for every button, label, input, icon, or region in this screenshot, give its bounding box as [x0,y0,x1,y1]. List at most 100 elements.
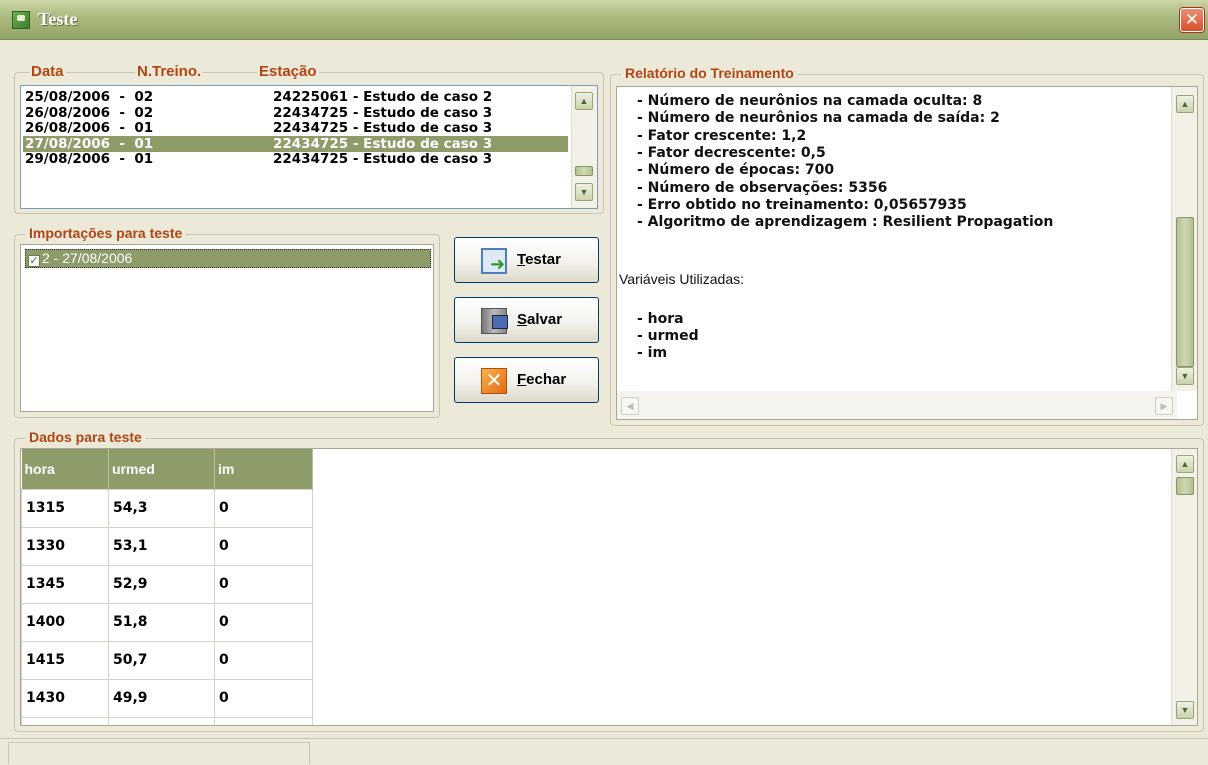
scroll-thumb[interactable] [575,166,593,176]
scroll-thumb[interactable] [1176,217,1194,367]
row-date-training: 25/08/2006 - 02 [25,89,154,105]
salvar-icon [481,308,508,334]
table-cell-hora[interactable]: 1445 [21,716,109,725]
column-header-date: Data [29,63,66,80]
training-list-row[interactable]: 29/08/2006 - 01 22434725 - Estudo de caso… [23,151,568,167]
imports-legend: Importações para teste [25,225,187,241]
training-list[interactable]: 25/08/2006 - 02 24225061 - Estudo de caso… [20,85,598,209]
table-cell-im[interactable]: 0 [214,640,313,680]
training-list-row[interactable]: 26/08/2006 - 01 22434725 - Estudo de caso… [23,120,568,136]
report-line: - Número de observações: 5356 [637,179,888,196]
report-variable: - urmed [637,328,699,344]
report-variable: - im [637,345,668,361]
report-line: - Número de épocas: 700 [637,162,835,179]
scroll-up-icon[interactable]: ▲ [1176,95,1194,113]
table-row[interactable]: 1415 50,7 0 [21,640,313,680]
column-header-im[interactable]: im [214,449,313,489]
row-date-training: 27/08/2006 - 01 [25,135,154,152]
scroll-down-icon[interactable]: ▼ [1176,367,1194,385]
report-line: - Número de neurônios na camada de saída… [637,110,1000,127]
close-icon[interactable]: ✕ [1180,8,1204,32]
data-grid-scrollbar[interactable]: ▲ ▼ [1171,449,1197,725]
scroll-left-icon[interactable]: ◀ [621,397,639,415]
table-cell-im[interactable]: 0 [214,488,313,528]
table-cell-hora[interactable]: 1415 [21,640,109,680]
checkbox-icon[interactable]: ✓ [28,255,40,267]
training-list-row[interactable]: 27/08/2006 - 01 22434725 - Estudo de caso… [23,135,568,152]
table-cell-hora[interactable]: 1315 [21,488,109,528]
scroll-up-icon[interactable]: ▲ [575,92,593,110]
table-row[interactable]: 144547,80 [21,716,313,725]
table-cell-urmed[interactable]: 50,7 [108,640,215,680]
teste-window: Teste ✕ Data N.Treino. Estação 25/08/200… [0,0,1208,765]
fechar-button[interactable]: ✕ Fechar [454,357,599,403]
row-date-training: 26/08/2006 - 02 [25,104,154,121]
table-row[interactable]: 1345 52,9 0 [21,564,313,604]
row-station: 22434725 - Estudo de caso 3 [273,151,493,168]
row-station: 24225061 - Estudo de caso 2 [273,89,493,105]
report-line: - Algoritmo de aprendizagem : Resilient … [637,214,1054,231]
column-header-station: Estação [257,63,319,80]
salvar-label: Salvar [517,311,563,328]
report-variable: - hora [637,311,684,327]
table-cell-im[interactable]: 0 [214,678,313,718]
table-cell-hora[interactable]: 1430 [21,678,109,718]
table-cell-im[interactable]: 0 [214,716,313,725]
table-cell-hora[interactable]: 1345 [21,564,109,604]
scroll-thumb[interactable] [1176,477,1194,495]
table-row[interactable]: 1430 49,9 0 [21,678,313,718]
table-row[interactable]: 1330 53,1 0 [21,526,313,566]
table-cell-urmed[interactable]: 49,9 [108,678,215,718]
table-cell-im[interactable]: 0 [214,526,313,566]
data-legend: Dados para teste [25,429,146,445]
table-row[interactable]: 1400 51,8 0 [21,602,313,642]
scroll-down-icon[interactable]: ▼ [1176,701,1194,719]
app-icon [12,11,30,29]
row-date-training: 26/08/2006 - 01 [25,120,154,137]
import-item[interactable]: ✓ 2 - 27/08/2006 [25,249,431,268]
table-cell-urmed[interactable]: 47,8 [108,716,215,725]
table-cell-urmed[interactable]: 52,9 [108,564,215,604]
training-list-row[interactable]: 26/08/2006 - 02 22434725 - Estudo de caso… [23,105,568,121]
row-station: 22434725 - Estudo de caso 3 [273,104,493,121]
imports-list[interactable]: ✓ 2 - 27/08/2006 [20,244,434,412]
table-cell-hora[interactable]: 1400 [21,602,109,642]
status-panel [8,742,310,764]
table-cell-im[interactable]: 0 [214,602,313,642]
variables-title: Variáveis Utilizadas: [619,271,745,287]
table-cell-im[interactable]: 0 [214,564,313,604]
column-header-urmed[interactable]: urmed [108,449,215,489]
report-line: - Fator crescente: 1,2 [637,127,807,144]
column-header-hora[interactable]: hora [21,449,109,489]
testar-button[interactable]: Testar [454,237,599,283]
report-text[interactable]: - Número de neurônios na camada oculta: … [616,86,1198,420]
table-cell-urmed[interactable]: 53,1 [108,526,215,566]
window-title: Teste [38,9,78,29]
report-line: - Erro obtido no treinamento: 0,05657935 [637,196,967,213]
scroll-down-icon[interactable]: ▼ [575,183,593,201]
training-list-scrollbar[interactable]: ▲ ▼ [571,86,597,208]
scroll-right-icon[interactable]: ▶ [1155,397,1173,415]
report-legend: Relatório do Treinamento [621,65,798,81]
training-list-row[interactable]: 25/08/2006 - 02 24225061 - Estudo de caso… [23,89,568,105]
report-line: - Número de neurônios na camada oculta: … [637,93,983,109]
row-station: 22434725 - Estudo de caso 3 [273,120,493,137]
table-row[interactable]: 1315 54,3 0 [21,488,313,528]
table-cell-urmed[interactable]: 54,3 [108,488,215,528]
title-bar[interactable]: Teste ✕ [0,0,1208,40]
import-item-label: 2 - 27/08/2006 [42,250,133,266]
data-grid-area[interactable]: hora urmed im 1315 54,3 0 1330 53,1 0 1345 52,9… [20,448,1198,726]
report-line: - Fator decrescente: 0,5 [637,144,826,161]
row-date-training: 29/08/2006 - 01 [25,151,154,168]
fechar-label: Fechar [517,371,567,388]
column-header-training: N.Treino. [135,63,204,80]
scroll-up-icon[interactable]: ▲ [1176,455,1194,473]
table-cell-hora[interactable]: 1330 [21,526,109,566]
report-hscrollbar[interactable]: ◀ ▶ [617,391,1177,419]
salvar-button[interactable]: Salvar [454,297,599,343]
table-cell-urmed[interactable]: 51,8 [108,602,215,642]
report-vscrollbar[interactable]: ▲ ▼ [1171,87,1197,391]
testar-label: Testar [517,251,561,268]
status-bar [0,738,1208,765]
data-grid: hora urmed im 1315 54,3 0 1330 53,1 0 1345 52,9… [21,449,313,725]
